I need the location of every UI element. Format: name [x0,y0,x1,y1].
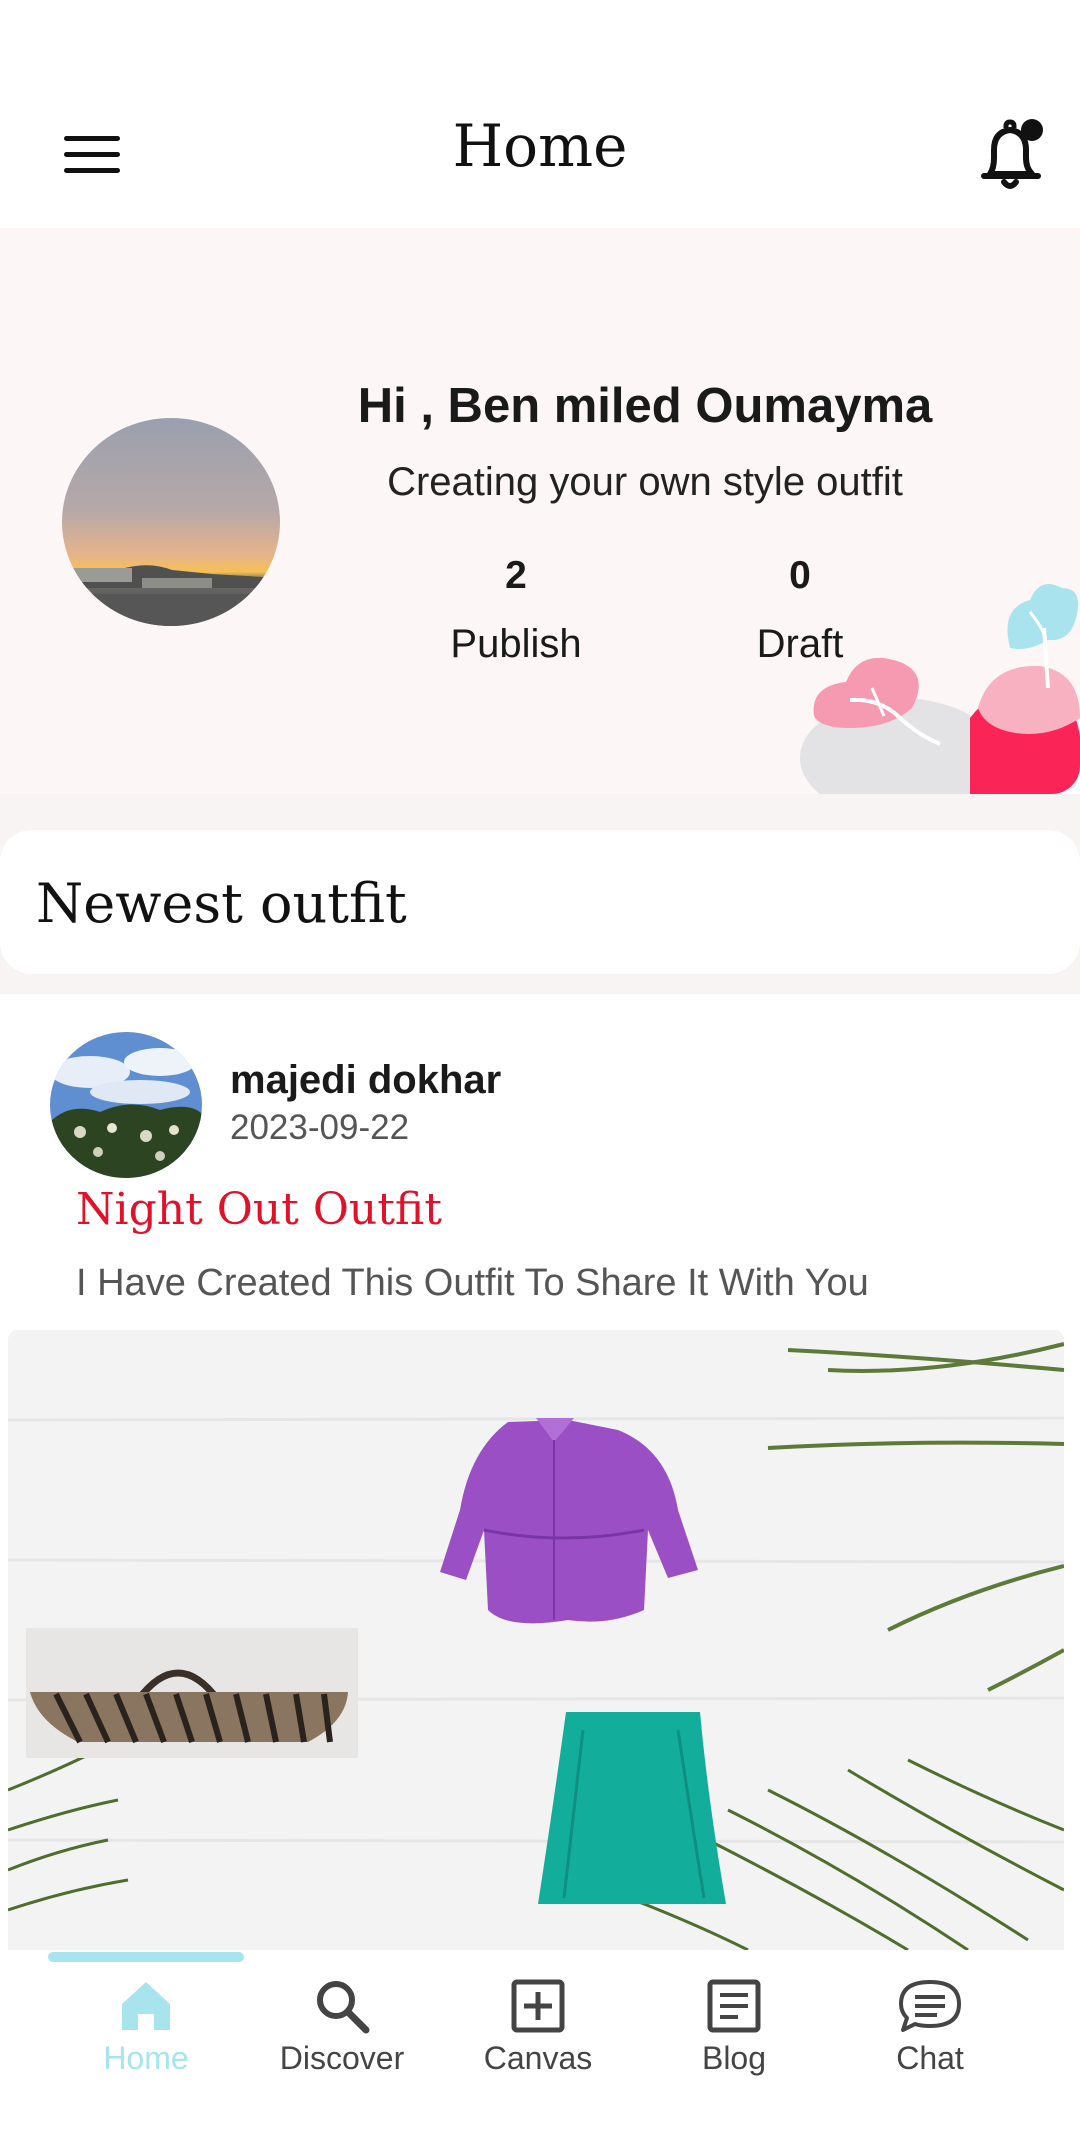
tab-discover-label: Discover [279,2040,405,2076]
tab-home[interactable]: Home [48,1978,244,2077]
outfit-collage-image [8,1330,1064,1950]
publish-stat[interactable]: 2 Publish [416,554,616,667]
avatar-sunset-image [62,418,280,626]
search-icon [317,1981,370,2034]
tab-chat-label: Chat [896,2040,964,2076]
active-tab-indicator [48,1952,244,1962]
tab-blog-label: Blog [701,2040,767,2076]
tab-home-label: Home [103,2040,189,2076]
post-title[interactable]: Night Out Outfit [76,1184,442,1235]
post-date: 2023-09-22 [230,1108,410,1147]
newest-outfit-header: Newest outfit [0,830,1080,974]
post-author-name[interactable]: majedi dokhar [230,1058,501,1103]
tab-canvas[interactable]: Canvas [440,1978,636,2077]
author-avatar-image [50,1032,202,1178]
app-bar: Home [0,0,1080,228]
plus-square-icon [511,1979,565,2033]
home-icon [122,1982,170,2030]
avatar[interactable] [62,418,280,626]
tab-canvas-label: Canvas [483,2040,593,2076]
author-avatar[interactable] [50,1032,202,1178]
publish-label: Publish [450,622,582,666]
notification-bell-icon[interactable] [976,118,1046,192]
flower-decoration-icon [800,584,1080,794]
publish-count: 2 [505,554,527,597]
chat-icon [899,1980,961,2032]
tagline-text: Creating your own style outfit [387,460,903,504]
section-title: Newest outfit [36,872,407,935]
tab-discover[interactable]: Discover [244,1978,440,2077]
tab-chat[interactable]: Chat [832,1978,1028,2077]
tab-blog[interactable]: Blog [636,1978,832,2077]
outfit-image[interactable] [8,1330,1064,1950]
greeting-text: Hi , Ben miled Oumayma [357,379,933,433]
bottom-navigation: Home Discover Canvas Blog Chat [0,1950,1080,2136]
document-icon [707,1979,761,2033]
profile-card: Hi , Ben miled Oumayma Creating your own… [0,228,1080,794]
page-title: Home [452,112,628,180]
post-description: I Have Created This Outfit To Share It W… [76,1262,869,1304]
